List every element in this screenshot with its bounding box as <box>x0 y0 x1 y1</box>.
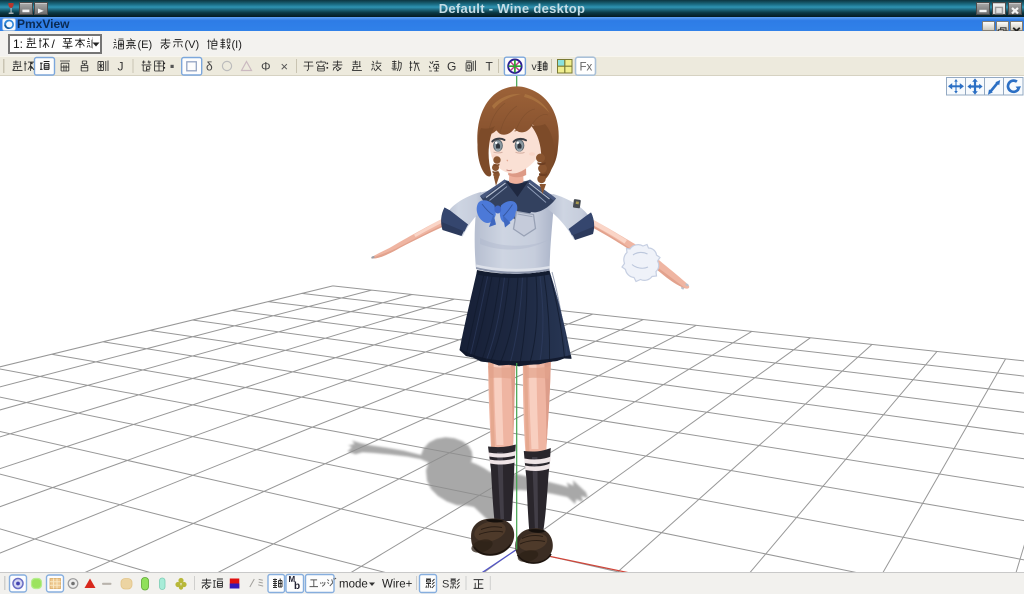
svg-text:J: J <box>118 60 124 74</box>
svg-text:b: b <box>294 581 300 592</box>
svg-text:(I): (I) <box>232 39 242 51</box>
svg-text:(E): (E) <box>138 39 153 51</box>
svg-text:(V): (V) <box>185 39 200 51</box>
svg-text:Wire+: Wire+ <box>382 579 413 591</box>
svg-text:Φ: Φ <box>261 60 271 74</box>
svg-text:δ: δ <box>206 60 213 74</box>
svg-text:v: v <box>532 61 538 73</box>
svg-text:S: S <box>442 579 449 591</box>
svg-text:G: G <box>447 60 456 74</box>
svg-text:Fx: Fx <box>580 62 593 74</box>
svg-text:T: T <box>486 60 494 74</box>
svg-text:mode: mode <box>339 579 368 591</box>
svg-text:×: × <box>281 59 289 74</box>
